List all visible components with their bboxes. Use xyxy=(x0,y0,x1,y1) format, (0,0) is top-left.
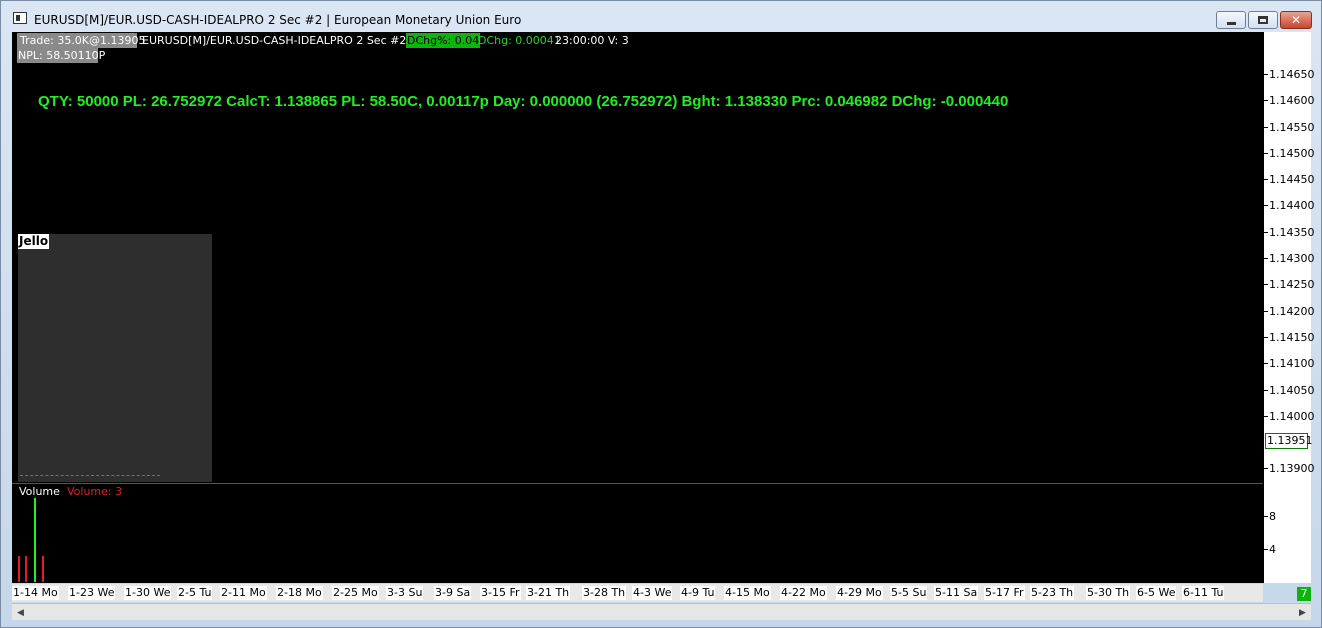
current-price-marker: 1.13951 xyxy=(1265,433,1313,449)
date-label: 3-9 Sa xyxy=(434,586,472,600)
minimize-button[interactable] xyxy=(1216,11,1246,29)
date-label: 4-15 Mo xyxy=(724,586,771,600)
date-label: 5-30 Th xyxy=(1086,586,1131,600)
maximize-icon xyxy=(1258,16,1268,24)
jello-panel[interactable] xyxy=(18,234,212,482)
app-icon xyxy=(13,12,27,24)
minimize-icon xyxy=(1226,21,1236,25)
scroll-right-icon[interactable]: ▶ xyxy=(1294,604,1311,621)
date-label: 2-25 Mo xyxy=(332,586,379,600)
date-label: 3-3 Su xyxy=(386,586,424,600)
time-volume-readout: 23:00:00 V: 3 xyxy=(555,34,629,47)
date-label: 3-28 Th xyxy=(582,586,627,600)
price-tick: 1.14500 xyxy=(1264,147,1315,160)
price-tick: 1.14050 xyxy=(1264,384,1315,397)
npl-label: NPL: 58.50110P xyxy=(17,48,106,63)
date-label: 2-11 Mo xyxy=(220,586,267,600)
title-bar[interactable]: EURUSD[M]/EUR.USD-CASH-IDEALPRO 2 Sec #2… xyxy=(1,1,1321,33)
daily-change-percent: DChg%: 0.04 xyxy=(406,33,481,48)
volume-value: Volume: 3 xyxy=(67,485,123,498)
jello-label: Jello xyxy=(18,234,50,249)
trade-label: Trade: 35.0K@1.13905 xyxy=(17,33,146,48)
daily-change: DChg: 0.00041 xyxy=(478,34,561,47)
pane-separator[interactable] xyxy=(12,483,1263,484)
price-tick: 1.14200 xyxy=(1264,305,1315,318)
corner-badge[interactable]: 7 xyxy=(1297,587,1311,601)
price-tick: 1.14450 xyxy=(1264,173,1315,186)
close-icon: ✕ xyxy=(1290,13,1302,27)
date-label: 4-29 Mo xyxy=(836,586,883,600)
volume-bar xyxy=(42,556,44,582)
date-label: 6-11 Tu xyxy=(1182,586,1225,600)
date-label: 5-17 Fr xyxy=(984,586,1025,600)
volume-bar xyxy=(34,498,36,582)
date-label: 1-14 Mo xyxy=(12,586,59,600)
maximize-button[interactable] xyxy=(1248,11,1278,29)
price-tick: 1.14350 xyxy=(1264,226,1315,239)
date-label: 3-15 Fr xyxy=(480,586,521,600)
date-label: 2-5 Tu xyxy=(177,586,213,600)
date-label: 6-5 We xyxy=(1136,586,1177,600)
date-label: 3-21 Th xyxy=(526,586,571,600)
volume-bar xyxy=(18,556,20,582)
date-label: 4-9 Tu xyxy=(680,586,716,600)
date-label: 1-23 We xyxy=(68,586,116,600)
date-label: 2-18 Mo xyxy=(276,586,323,600)
jello-dotted-line xyxy=(20,475,160,476)
date-label: 5-5 Su xyxy=(890,586,928,600)
horizontal-scrollbar[interactable]: ◀ ▶ xyxy=(12,603,1311,620)
volume-tick: 4 xyxy=(1264,543,1312,556)
date-label: 1-30 We xyxy=(124,586,172,600)
price-tick: 1.14650 xyxy=(1264,68,1315,81)
volume-bar xyxy=(25,556,27,582)
scroll-left-icon[interactable]: ◀ xyxy=(12,604,29,621)
date-label: 5-23 Th xyxy=(1030,586,1075,600)
window-title: EURUSD[M]/EUR.USD-CASH-IDEALPRO 2 Sec #2… xyxy=(34,13,522,27)
price-tick: 1.14550 xyxy=(1264,121,1315,134)
price-tick: 1.14150 xyxy=(1264,331,1315,344)
volume-title: Volume xyxy=(19,485,60,498)
date-label: 4-22 Mo xyxy=(780,586,827,600)
date-label: 4-3 We xyxy=(632,586,673,600)
price-tick: 1.14600 xyxy=(1264,94,1315,107)
price-axis[interactable]: 1.14650 1.14600 1.14550 1.14500 1.14450 … xyxy=(1263,32,1315,583)
volume-tick: 8 xyxy=(1264,510,1312,523)
close-button[interactable]: ✕ xyxy=(1280,11,1312,29)
date-label: 5-11 Sa xyxy=(934,586,979,600)
price-tick: 1.14000 xyxy=(1264,410,1315,423)
price-tick: 1.14300 xyxy=(1264,252,1315,265)
price-tick: 1.14400 xyxy=(1264,199,1315,212)
time-axis[interactable]: 1-14 Mo 1-23 We 1-30 We 2-5 Tu 2-11 Mo 2… xyxy=(12,584,1263,602)
price-tick: 1.13900 xyxy=(1264,462,1315,475)
price-tick: 1.14250 xyxy=(1264,278,1315,291)
position-summary: QTY: 50000 PL: 26.752972 CalcT: 1.138865… xyxy=(38,93,1009,110)
price-tick: 1.14100 xyxy=(1264,357,1315,370)
symbol-text: EURUSD[M]/EUR.USD-CASH-IDEALPRO 2 Sec #2 xyxy=(142,34,407,47)
